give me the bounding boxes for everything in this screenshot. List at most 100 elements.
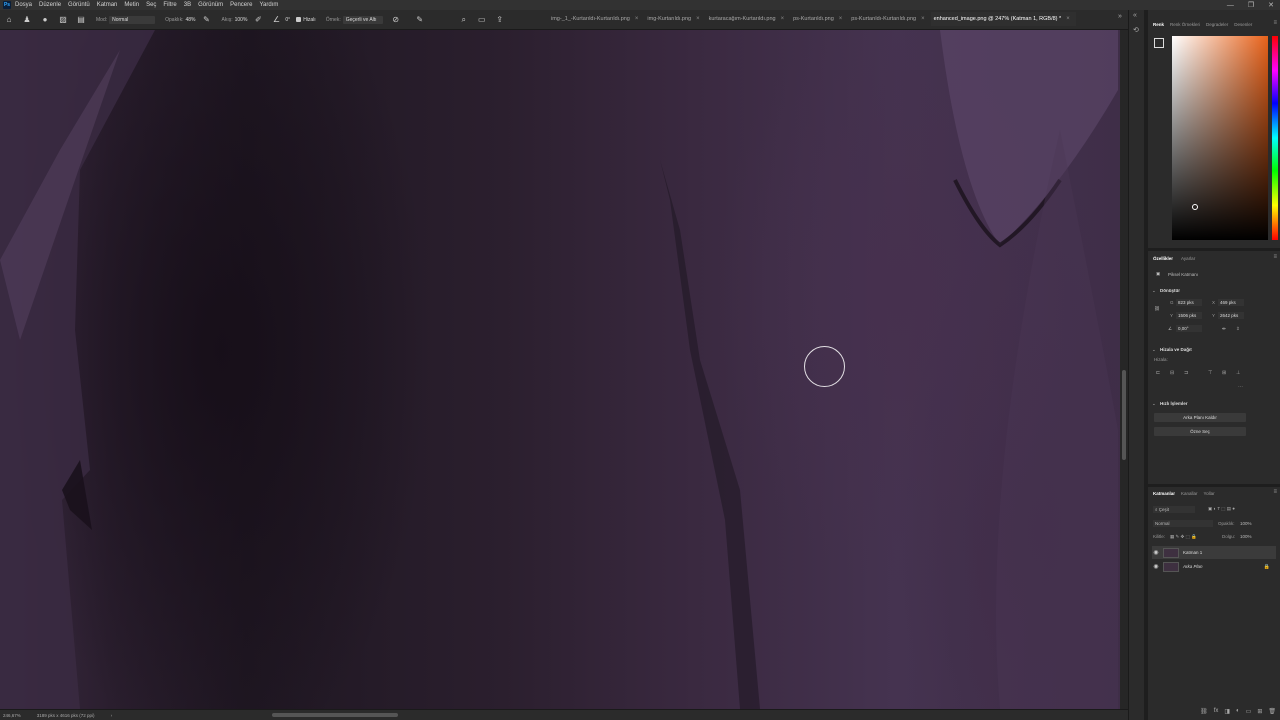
chevron-down-icon[interactable]: ⌄ (1152, 347, 1156, 353)
width-field[interactable]: 823 pks (1176, 299, 1202, 306)
menu-file[interactable]: Dosya (15, 2, 32, 8)
link-icon[interactable]: ⛓ (1154, 306, 1160, 312)
history-icon[interactable]: ⟲ (1133, 26, 1141, 34)
document-tab[interactable]: ps-Kurtarıldı.png × (790, 12, 848, 26)
x-field[interactable]: 469 pks (1218, 299, 1244, 306)
vertical-scrollbar[interactable] (1120, 30, 1128, 709)
color-picker-field[interactable] (1172, 36, 1268, 240)
minimize-button[interactable]: — (1227, 2, 1234, 9)
chevron-down-icon[interactable]: ⌄ (1152, 288, 1156, 294)
pressure-size-icon[interactable]: ✎ (415, 15, 425, 25)
close-tab-icon[interactable]: × (635, 16, 639, 22)
layer-name[interactable]: Katman 1 (1183, 550, 1202, 555)
document-tab[interactable]: img-Kurtarıldı.png × (644, 12, 705, 26)
brush-settings-icon[interactable]: ▨ (58, 15, 68, 25)
document-tab[interactable]: kurtaracağım-Kurtarıldı.png × (706, 12, 790, 26)
align-center-h-icon[interactable]: ⊟ (1170, 370, 1174, 376)
more-options-icon[interactable]: ⋯ (1238, 384, 1243, 390)
more-tabs-icon[interactable]: » (1118, 13, 1122, 20)
lock-icon[interactable]: 🔒 (1264, 564, 1270, 570)
close-tab-icon[interactable]: × (696, 16, 700, 22)
hue-slider[interactable] (1272, 36, 1278, 240)
brush-preset-icon[interactable]: ● (40, 15, 50, 25)
panel-menu-icon[interactable]: ≡ (1273, 489, 1277, 495)
align-top-icon[interactable]: ⊤ (1208, 370, 1212, 376)
menu-edit[interactable]: Düzenle (39, 2, 61, 8)
tab-properties[interactable]: Özellikler (1153, 256, 1173, 261)
chevron-down-icon[interactable]: ⌄ (1152, 401, 1156, 407)
add-mask-icon[interactable]: ◨ (1224, 708, 1230, 718)
ignore-adjustment-icon[interactable]: ⊘ (391, 15, 401, 25)
tab-patterns[interactable]: Desenler (1234, 22, 1252, 27)
angle-value[interactable]: 0° (285, 17, 290, 23)
remove-background-button[interactable]: Arka Planı Kaldır (1154, 413, 1246, 422)
clone-source-icon[interactable]: ▤ (76, 15, 86, 25)
panel-menu-icon[interactable]: ≡ (1273, 20, 1277, 26)
menu-filter[interactable]: Filtre (163, 2, 176, 8)
flip-horizontal-icon[interactable]: ⇹ (1222, 326, 1226, 332)
menu-select[interactable]: Seç (146, 2, 156, 8)
foreground-color-swatch[interactable] (1154, 38, 1164, 48)
status-chevron-icon[interactable]: › (111, 713, 113, 718)
close-tab-icon[interactable]: × (1066, 16, 1070, 22)
tab-color[interactable]: Renk (1153, 22, 1164, 27)
tab-gradients[interactable]: Degradeler (1206, 22, 1228, 27)
visibility-eye-icon[interactable]: ◉ (1152, 549, 1160, 556)
flip-vertical-icon[interactable]: ⇳ (1236, 326, 1240, 332)
maximize-button[interactable]: ❐ (1248, 1, 1254, 9)
pressure-opacity-icon[interactable]: ✎ (201, 15, 211, 25)
mode-select[interactable]: Normal (109, 15, 156, 24)
aligned-checkbox[interactable]: Hizalı (296, 17, 316, 23)
tab-adjustments[interactable]: Ayarlar (1181, 256, 1195, 261)
search-icon[interactable]: ⌕ (459, 15, 469, 25)
tab-layers[interactable]: Katmanlar (1153, 491, 1175, 496)
share-icon[interactable]: ⇪ (495, 15, 505, 25)
layer-name[interactable]: Arka Plan (1183, 564, 1203, 569)
y-field[interactable]: 2642 pks (1218, 312, 1244, 319)
home-icon[interactable]: ⌂ (4, 15, 14, 25)
tab-swatches[interactable]: Renk Örnekleri (1170, 22, 1200, 27)
lock-icons[interactable]: ▦ ✎ ✥ ⬚ 🔒 (1170, 534, 1197, 540)
panel-menu-icon[interactable]: ≡ (1273, 254, 1277, 260)
document-tab[interactable]: ps-Kurtarıldı-Kurtarıldı.png × (848, 12, 930, 26)
menu-3d[interactable]: 3B (184, 2, 191, 8)
visibility-eye-icon[interactable]: ◉ (1152, 563, 1160, 570)
flow-value[interactable]: 100% (235, 17, 248, 23)
align-left-icon[interactable]: ⊏ (1156, 370, 1160, 376)
opacity-value[interactable]: 48% (185, 17, 195, 23)
menu-layer[interactable]: Katman (97, 2, 118, 8)
close-tab-icon[interactable]: × (781, 16, 785, 22)
new-layer-icon[interactable]: ⊞ (1257, 708, 1262, 718)
fill-value[interactable]: 100% (1240, 534, 1252, 539)
align-bottom-icon[interactable]: ⊥ (1236, 370, 1240, 376)
close-tab-icon[interactable]: × (921, 16, 925, 22)
workspace-icon[interactable]: ▭ (477, 15, 487, 25)
menu-help[interactable]: Yardım (259, 2, 278, 8)
close-tab-icon[interactable]: × (839, 16, 843, 22)
blend-mode-select[interactable]: Normal (1153, 520, 1213, 527)
sample-select[interactable]: Geçerli ve Altı (342, 15, 383, 24)
layer-row[interactable]: ◉ Katman 1 (1152, 546, 1276, 559)
tab-channels[interactable]: Kanallar (1181, 491, 1198, 496)
airbrush-icon[interactable]: ✐ (253, 15, 263, 25)
collapse-panels-icon[interactable]: « (1133, 12, 1141, 20)
scrollbar-thumb[interactable] (1122, 370, 1126, 460)
menu-image[interactable]: Görüntü (68, 2, 90, 8)
document-tab[interactable]: img-_1_-Kurtarıldı-Kurtarıldı.png × (548, 12, 644, 26)
document-canvas[interactable] (0, 30, 1120, 709)
photoshop-logo[interactable]: Ps (3, 1, 11, 9)
zoom-level[interactable]: 246,67% (3, 713, 21, 718)
new-group-icon[interactable]: ▭ (1246, 708, 1252, 718)
menu-window[interactable]: Pencere (230, 2, 252, 8)
adjustment-layer-icon[interactable]: ◐ (1236, 708, 1240, 718)
tab-paths[interactable]: Yollar (1204, 491, 1215, 496)
angle-field[interactable]: 0,00° (1176, 325, 1202, 332)
layer-row[interactable]: ◉ Arka Plan 🔒 (1152, 560, 1276, 573)
document-tab-active[interactable]: enhanced_image.png @ 247% (Katman 1, RGB… (930, 12, 1076, 26)
color-picker-cursor[interactable] (1192, 204, 1198, 210)
horizontal-scrollbar-thumb[interactable] (272, 713, 398, 717)
align-right-icon[interactable]: ⊐ (1184, 370, 1188, 376)
close-window-button[interactable]: ✕ (1268, 1, 1274, 9)
height-field[interactable]: 1506 pks (1176, 312, 1202, 319)
link-layers-icon[interactable]: ⛓ (1200, 708, 1208, 718)
